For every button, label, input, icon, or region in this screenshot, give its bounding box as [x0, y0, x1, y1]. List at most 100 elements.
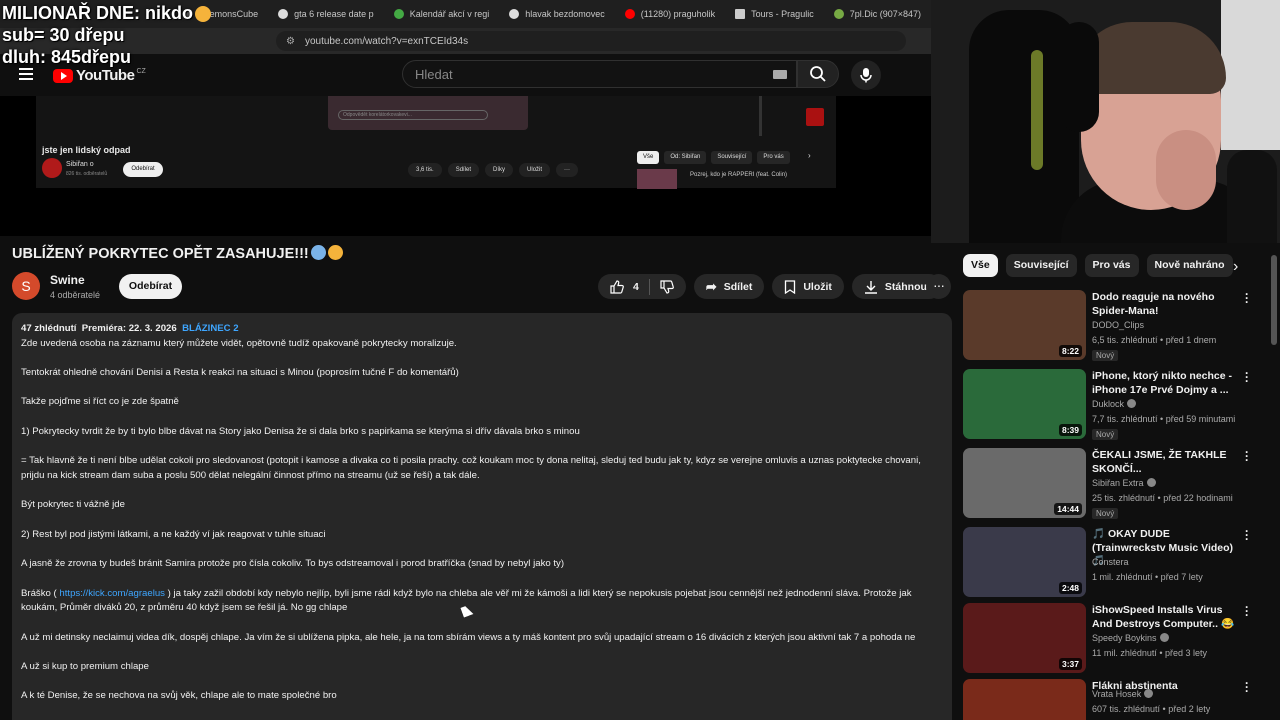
recommended-video[interactable]: 14:44 ČEKALI JSME, ŽE TAKHLE SKONČÍ... Sib…: [963, 446, 1263, 519]
share-button[interactable]: ➦ Sdílet: [693, 274, 765, 299]
download-icon: [864, 280, 877, 294]
kick-link[interactable]: https://kick.com/agraelus: [59, 588, 165, 599]
keyboard-icon[interactable]: [773, 70, 787, 79]
video-meta: 607 tis. zhlédnutí • před 2 lety: [1092, 704, 1211, 714]
menu-icon[interactable]: [19, 68, 33, 80]
video-thumbnail[interactable]: 8:39: [963, 369, 1086, 439]
description-paragraph: A k té Denise, že se nechova na svůj věk…: [21, 690, 337, 702]
more-options-icon[interactable]: · · ·: [1245, 288, 1249, 308]
verified-icon: [1146, 478, 1156, 487]
verified-icon: [1159, 633, 1169, 642]
search-icon: [810, 66, 826, 82]
recommended-video[interactable]: 2:48 🎵 OKAY DUDE (Trainwreckstv Music Vid…: [963, 525, 1263, 597]
browser-tab[interactable]: Kalendář akcí v regi: [384, 0, 500, 28]
browser-tab[interactable]: gta 6 release date p: [268, 0, 384, 28]
channel-name[interactable]: Swine: [50, 273, 85, 287]
search-placeholder: Hledat: [415, 66, 453, 82]
chip-all[interactable]: Vše: [963, 254, 998, 277]
hashtag-link[interactable]: BLÁZINEC 2: [182, 323, 239, 334]
video-duration: 8:22: [1058, 345, 1082, 357]
browser-tab[interactable]: 7pl.Dic (907×847): [824, 0, 931, 28]
youtube-logo[interactable]: YouTube CZ: [53, 67, 146, 84]
chevron-right-icon[interactable]: ›: [1233, 258, 1238, 276]
video-channel: Sibiřan Extra: [1092, 478, 1156, 488]
video-inner-save: Uložit: [519, 163, 551, 177]
video-channel: Vrata Hosek: [1092, 689, 1154, 699]
video-meta: 6,5 tis. zhlédnutí • před 1 dnem: [1092, 335, 1217, 345]
view-count: 47 zhlédnutí: [21, 323, 77, 334]
search-button[interactable]: [797, 60, 839, 88]
video-inner-subs: 826 tis. odběratelů: [66, 171, 108, 177]
chip-recently-uploaded[interactable]: Nově nahráno: [1146, 254, 1233, 277]
more-options-icon[interactable]: · · ·: [1245, 446, 1249, 466]
browser-tab[interactable]: Tours - Pragulic: [725, 0, 824, 28]
recommended-video[interactable]: 8:39 iPhone, ktorý nikto nechce - iPhone …: [963, 367, 1263, 440]
like-button[interactable]: 4: [598, 274, 649, 299]
more-options-icon[interactable]: · · ·: [1245, 367, 1249, 387]
video-title[interactable]: ČEKALI JSME, ŽE TAKHLE SKONČÍ...: [1092, 449, 1242, 476]
video-inner-subscribe: Odebírat: [123, 162, 163, 177]
like-dislike-group: 4: [598, 274, 686, 299]
channel-avatar[interactable]: S: [12, 272, 40, 300]
video-title[interactable]: iPhone, ktorý nikto nechce - iPhone 17e …: [1092, 370, 1242, 397]
more-actions-button[interactable]: ···: [926, 274, 951, 299]
video-actions: 4 ➦ Sdílet Uložit Stáhnout: [598, 274, 950, 299]
chip-related[interactable]: Související: [1005, 254, 1077, 277]
video-thumbnail[interactable]: [963, 679, 1086, 720]
description-paragraph: A už mi detinsky neclaimuj videa dík, do…: [21, 631, 916, 643]
recommended-video[interactable]: 8:22 Dodo reaguje na nového Spider-Mana! D…: [963, 288, 1263, 361]
bookmark-icon: [785, 279, 796, 294]
search-input[interactable]: Hledat: [402, 60, 797, 88]
subscribe-button[interactable]: Odebírat: [119, 274, 182, 299]
recommended-video[interactable]: 3:37 iShowSpeed Installs Virus And Destro…: [963, 601, 1263, 673]
chip-for-you[interactable]: Pro vás: [1084, 254, 1139, 277]
video-thumbnail[interactable]: 2:48: [963, 527, 1086, 597]
sidebar-scrollbar[interactable]: [1271, 255, 1277, 345]
sidebar-filter-chips: Vše Související Pro vás Nově nahráno: [963, 254, 1233, 277]
youtube-play-icon: [53, 68, 73, 83]
video-channel: Constera: [1092, 557, 1129, 567]
save-button[interactable]: Uložit: [772, 274, 844, 299]
video-inner-chip: Vše: [637, 151, 660, 164]
webcam-microphone: [1227, 150, 1277, 243]
browser-tab[interactable]: hlavak bezdomovec: [499, 0, 615, 28]
video-thumbnail[interactable]: 3:37: [963, 603, 1086, 673]
stream-overlay-title: MILIONAŘ DNE: nikdo: [2, 3, 211, 24]
video-title[interactable]: Dodo reaguje na nového Spider-Mana!: [1092, 291, 1242, 318]
premiere-date: Premiéra: 22. 3. 2026: [81, 323, 177, 334]
description-paragraph: Tentokrát ohledně chování Denisi a Resta…: [21, 367, 459, 379]
channel-subscribers: 4 odběratelé: [50, 290, 101, 300]
video-thumbnail[interactable]: 14:44: [963, 448, 1086, 518]
google-icon: [278, 9, 289, 19]
verified-icon: [1144, 689, 1154, 698]
voice-search-button[interactable]: [851, 60, 881, 90]
video-description[interactable]: 47 zhlédnutí Premiéra: 22. 3. 2026 BLÁZI…: [12, 313, 952, 720]
share-icon: ➦: [705, 278, 717, 294]
save-label: Uložit: [803, 280, 832, 293]
recommended-video[interactable]: Flákni abstinenta Vrata Hosek 607 tis. zhl…: [963, 677, 1263, 720]
thumbs-down-icon: [660, 279, 674, 294]
region-code: CZ: [136, 68, 146, 75]
verified-icon: [1127, 399, 1137, 408]
url-field[interactable]: ⚙ youtube.com/watch?v=exnTCEId34s: [276, 31, 906, 51]
scream-emoji-icon: [310, 245, 326, 260]
dislike-button[interactable]: [650, 274, 686, 299]
site-info-icon[interactable]: ⚙: [286, 36, 295, 47]
more-options-icon[interactable]: · · ·: [1245, 677, 1249, 697]
url-text: youtube.com/watch?v=exnTCEId34s: [304, 35, 469, 47]
video-player[interactable]: Odpovědět korelátorkovakevi... jste jen …: [0, 96, 931, 236]
tab-favicon-icon: [393, 9, 404, 19]
tab-label: hlavak bezdomovec: [525, 9, 605, 19]
description-paragraph: = Tak hlavně že ti není blbe udělat coko…: [21, 455, 921, 481]
video-title[interactable]: iShowSpeed Installs Virus And Destroys C…: [1092, 604, 1242, 631]
more-options-icon[interactable]: · · ·: [1245, 525, 1249, 545]
video-inner-related-title: Pozrej, kdo je RAPPERI (feat. Colin): [690, 172, 788, 178]
more-options-icon[interactable]: · · ·: [1245, 601, 1249, 621]
new-badge: Nový: [1092, 429, 1119, 440]
youtube-header: YouTube CZ Hledat: [0, 54, 931, 96]
tab-favicon-icon: [833, 9, 844, 19]
browser-tab[interactable]: (11280) praguholik: [615, 0, 725, 28]
webcam-hand: [1156, 130, 1216, 210]
video-thumbnail[interactable]: 8:22: [963, 290, 1086, 360]
video-duration: 2:48: [1058, 582, 1082, 594]
